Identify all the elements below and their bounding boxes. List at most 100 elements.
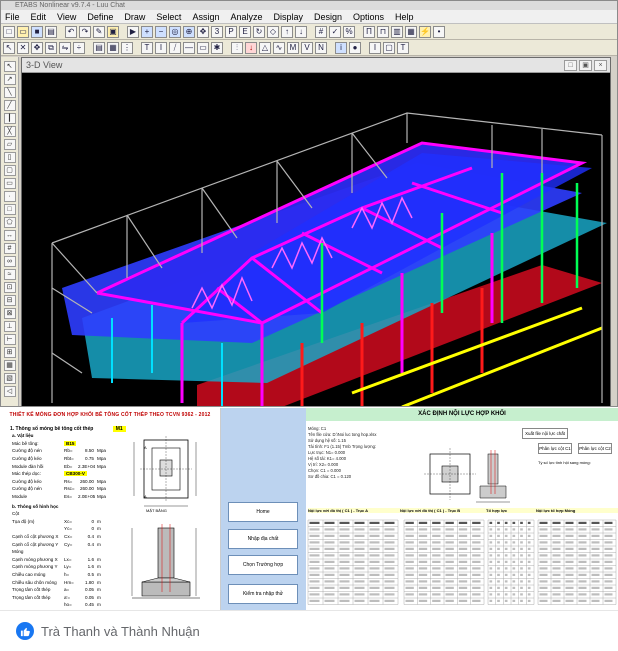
rotate-icon[interactable]: ↻ (253, 25, 265, 38)
line-icon[interactable]: — (183, 41, 195, 54)
shell-icon[interactable]: ▭ (197, 41, 209, 54)
matrix-icon[interactable]: ▦ (107, 41, 119, 54)
param-val[interactable]: 1.6 (78, 564, 94, 569)
menu-display[interactable]: Display (273, 12, 303, 22)
draw-column-icon[interactable]: ┃ (3, 113, 16, 124)
param-val[interactable]: 0.4 (78, 534, 94, 539)
minimize-button[interactable]: □ (564, 59, 577, 71)
previous-icon[interactable]: ◁ (3, 386, 16, 397)
moment-icon[interactable]: M (287, 41, 299, 54)
snap-mid-icon[interactable]: ⊟ (3, 295, 16, 306)
reaction-names[interactable]: Trà Thanh và Thành Nhuận (41, 624, 200, 639)
zoom-in-icon[interactable]: + (141, 25, 153, 38)
menu-draw[interactable]: Draw (124, 12, 145, 22)
draw-rect-icon[interactable]: □ (3, 204, 16, 215)
grid-icon[interactable]: # (315, 25, 327, 38)
close-button[interactable]: × (594, 59, 607, 71)
text-icon[interactable]: T (141, 41, 153, 54)
param-val[interactable]: 0.4 (78, 542, 94, 547)
like-icon[interactable] (16, 622, 34, 640)
shear-icon[interactable]: V (301, 41, 313, 54)
axial-icon[interactable]: N (315, 41, 327, 54)
draw-brace-icon[interactable]: ╳ (3, 126, 16, 137)
param-val[interactable]: 0.05 (78, 587, 94, 592)
wall-icon[interactable]: ▥ (391, 25, 403, 38)
snap-int-icon[interactable]: ⊠ (3, 308, 16, 319)
run-icon[interactable]: ▶ (127, 25, 139, 38)
star-icon[interactable]: ✱ (211, 41, 223, 54)
percent-icon[interactable]: % (343, 25, 355, 38)
divide-icon[interactable]: ÷ (73, 41, 85, 54)
param-val[interactable]: 0.75 (78, 456, 94, 461)
cross-icon[interactable]: ✕ (17, 41, 29, 54)
restore-button[interactable]: ▣ (579, 59, 592, 71)
load-icon[interactable]: ↓ (245, 41, 257, 54)
view-elev-icon[interactable]: E (239, 25, 251, 38)
input-geology-button[interactable]: Nhập địa chất (228, 529, 298, 549)
check-icon[interactable]: ✓ (329, 25, 341, 38)
export-force-button[interactable]: Xuất file nội lực chất (522, 428, 568, 439)
mirror-icon[interactable]: ⇋ (59, 41, 71, 54)
down-icon[interactable]: ↓ (295, 25, 307, 38)
lock-icon[interactable]: ▣ (107, 25, 119, 38)
draw-area-icon[interactable]: ▱ (3, 139, 16, 150)
support-icon[interactable]: △ (259, 41, 271, 54)
tee-icon[interactable]: T (397, 41, 409, 54)
brace-icon[interactable]: ⧸ (169, 41, 181, 54)
area-icon[interactable]: ▦ (405, 25, 417, 38)
param-val[interactable]: 0 (78, 519, 94, 524)
menu-options[interactable]: Options (353, 12, 384, 22)
param-val[interactable]: 2.3E+04 (78, 464, 95, 469)
save-icon[interactable]: ■ (31, 25, 43, 38)
menu-analyze[interactable]: Analyze (230, 12, 262, 22)
param-val[interactable]: 0 (78, 526, 94, 531)
param-val[interactable]: 8.50 (78, 448, 94, 453)
redo-icon[interactable]: ↷ (79, 25, 91, 38)
draw-line-icon[interactable]: ╲ (3, 87, 16, 98)
reshape-icon[interactable]: ↗ (3, 74, 16, 85)
table-icon[interactable]: ▤ (93, 41, 105, 54)
home-button[interactable]: Home (228, 502, 298, 522)
draw-spring-icon[interactable]: ≈ (3, 269, 16, 280)
param-val[interactable]: 2.0E+05 (78, 494, 95, 499)
copy-icon[interactable]: ⧉ (45, 41, 57, 54)
snap-line-icon[interactable]: ⊢ (3, 334, 16, 345)
structural-model-3d[interactable] (22, 73, 610, 407)
pan-icon[interactable]: ✥ (197, 25, 209, 38)
param-val[interactable]: 260.00 (78, 486, 94, 491)
reaction-c1-button[interactable]: Phân lực cột C1 (538, 443, 572, 454)
menu-edit[interactable]: Edit (31, 12, 47, 22)
param-val[interactable]: 0.5 (78, 572, 94, 577)
param-val[interactable]: 1.6 (78, 557, 94, 562)
draw-dim-icon[interactable]: ↔ (3, 230, 16, 241)
node-icon[interactable]: • (433, 25, 445, 38)
select-all-icon[interactable]: ▦ (3, 360, 16, 371)
draw-slab-icon[interactable]: ▭ (3, 178, 16, 189)
beam-icon[interactable]: ⊓ (377, 25, 389, 38)
up-icon[interactable]: ↑ (281, 25, 293, 38)
view-3d-icon[interactable]: 3 (211, 25, 223, 38)
draw-point-icon[interactable]: · (3, 191, 16, 202)
deselect-icon[interactable]: ▧ (3, 373, 16, 384)
menu-define[interactable]: Define (87, 12, 113, 22)
param-val[interactable]: 0.05 (78, 595, 94, 600)
grade-value[interactable]: CB300-V (64, 471, 87, 477)
param-val[interactable]: 1.80 (78, 580, 94, 585)
param-val[interactable]: 0.45 (78, 602, 94, 607)
snap-end-icon[interactable]: ⊡ (3, 282, 16, 293)
reaction-c2-button[interactable]: Phân lực cột C2 (578, 443, 612, 454)
menu-select[interactable]: Select (156, 12, 181, 22)
draw-beam-icon[interactable]: ╱ (3, 100, 16, 111)
section-icon[interactable]: I (369, 41, 381, 54)
bars-icon[interactable]: ⋮ (121, 41, 133, 54)
view-plan-icon[interactable]: P (225, 25, 237, 38)
open-folder-icon[interactable]: ▭ (17, 25, 29, 38)
zoom-fit-icon[interactable]: ⊕ (183, 25, 195, 38)
menu-view[interactable]: View (57, 12, 76, 22)
draw-poly-icon[interactable]: ⬠ (3, 217, 16, 228)
snap-fine-icon[interactable]: ⊞ (3, 347, 16, 358)
choose-case-button[interactable]: Chọn Trường hợp (228, 555, 298, 575)
check-input-button[interactable]: Kiểm tra nhập thử (228, 584, 298, 604)
grade-value[interactable]: B15 (64, 440, 77, 446)
zoom-window-icon[interactable]: ◎ (169, 25, 181, 38)
